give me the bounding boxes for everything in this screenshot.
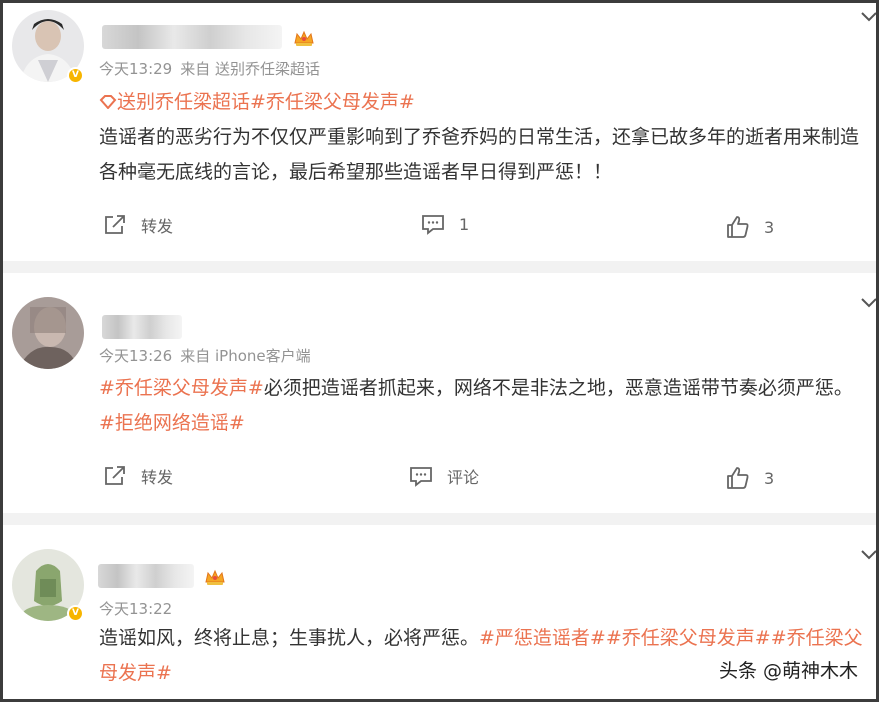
verified-badge-icon: V (67, 67, 84, 84)
chevron-down-icon[interactable] (860, 11, 878, 23)
post-separator (3, 513, 876, 525)
repost-icon (105, 215, 125, 234)
like-icon (727, 216, 749, 238)
post-time[interactable]: 今天13:26 (99, 347, 172, 365)
crown-icon (294, 30, 314, 46)
comment-label: 评论 (447, 468, 480, 487)
post-text-body: 必须把造谣者抓起来，网络不是非法之地，恶意造谣带节奏必须严惩。 (263, 377, 853, 399)
repost-button[interactable]: 转发 (103, 464, 173, 488)
post-meta: 今天13:22 (99, 598, 180, 619)
username-blurred[interactable] (102, 25, 282, 49)
topic-tag[interactable]: #乔任梁父母发声# (99, 377, 264, 399)
post-1: V 今天13:29 来自 送别乔任梁超话 送别乔任梁超话#乔任梁父母发声# 造谣者… (3, 3, 876, 261)
super-topic-icon (99, 95, 117, 110)
repost-label: 转发 (141, 468, 174, 487)
like-count: 3 (764, 217, 775, 237)
repost-label: 转发 (141, 217, 174, 236)
post-meta: 今天13:29 来自 送别乔任梁超话 (99, 58, 328, 79)
weibo-comments-frame: V 今天13:29 来自 送别乔任梁超话 送别乔任梁超话#乔任梁父母发声# 造谣者… (0, 0, 879, 702)
username-blurred[interactable] (102, 315, 182, 339)
post-time[interactable]: 今天13:22 (99, 600, 172, 618)
post-topic-line: 送别乔任梁超话#乔任梁父母发声# (99, 85, 869, 120)
username-blurred[interactable] (98, 564, 194, 588)
comment-button[interactable]: 评论 (409, 464, 479, 488)
repost-button[interactable]: 转发 (103, 213, 173, 237)
repost-icon (105, 466, 125, 485)
post-text: 造谣者的恶劣行为不仅仅严重影响到了乔爸乔妈的日常生活，还拿已故多年的逝者用来制造… (99, 126, 860, 183)
verified-badge-icon: V (67, 605, 84, 622)
crown-icon (205, 569, 225, 585)
post-source[interactable]: 来自 iPhone客户端 (180, 347, 310, 365)
post-time[interactable]: 今天13:29 (99, 60, 172, 78)
post-separator (3, 261, 876, 273)
comment-count: 1 (459, 214, 470, 234)
comment-icon (410, 467, 432, 487)
topic-tag[interactable]: #拒绝网络造谣# (99, 412, 245, 434)
topic-tag[interactable]: #乔任梁父母发声# (250, 91, 415, 113)
post-text: #乔任梁父母发声#必须把造谣者抓起来，网络不是非法之地，恶意造谣带节奏必须严惩。… (99, 371, 859, 441)
post-meta: 今天13:26 来自 iPhone客户端 (99, 345, 319, 366)
chevron-down-icon[interactable] (860, 549, 878, 561)
post-2: 今天13:26 来自 iPhone客户端 #乔任梁父母发声#必须把造谣者抓起来，网… (3, 273, 876, 513)
like-button[interactable]: 3 (726, 466, 774, 490)
like-count: 3 (764, 468, 775, 488)
like-button[interactable]: 3 (726, 215, 774, 239)
comment-icon (422, 215, 444, 235)
like-icon (727, 467, 749, 489)
avatar[interactable] (12, 297, 84, 369)
watermark: 头条 @萌神木木 (718, 660, 858, 682)
comment-button[interactable]: 1 (421, 213, 469, 235)
super-topic-link[interactable]: 送别乔任梁超话 (117, 91, 250, 113)
post-source[interactable]: 来自 送别乔任梁超话 (180, 60, 320, 78)
chevron-down-icon[interactable] (860, 297, 878, 309)
post-text-body: 造谣如风，终将止息；生事扰人，必将严惩。 (99, 627, 480, 649)
